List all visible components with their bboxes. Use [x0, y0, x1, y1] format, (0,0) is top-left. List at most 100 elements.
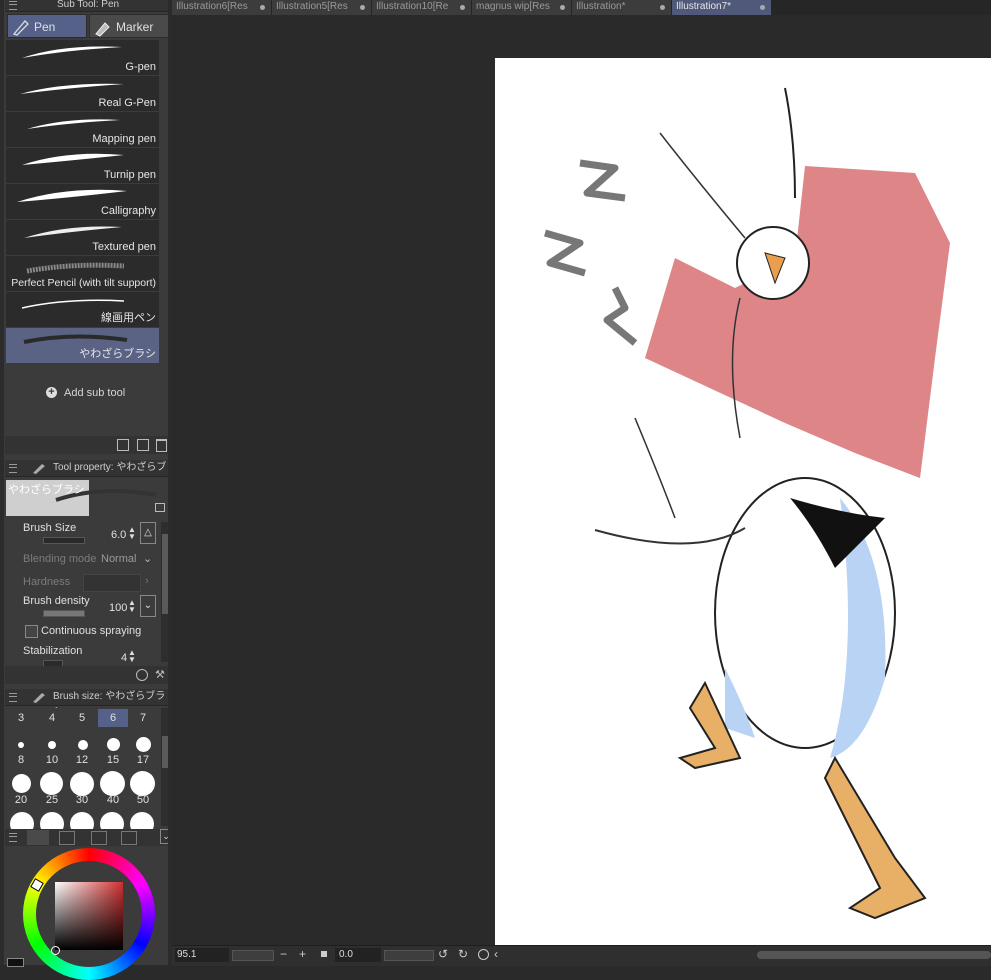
size-cell-40[interactable]: 40 [98, 794, 128, 806]
zoom-out-icon[interactable]: − [280, 947, 287, 961]
menu-icon[interactable] [9, 464, 17, 473]
group-pen-label: Pen [34, 20, 56, 34]
spinner-icon[interactable]: ▲ ▼ [128, 599, 136, 614]
zoom-in-icon[interactable]: + [299, 947, 306, 961]
rotation-field[interactable]: 0.0 [335, 948, 381, 962]
brush-size-slider[interactable] [43, 537, 85, 544]
continuous-spraying-row[interactable]: Continuous spraying [15, 624, 157, 644]
blending-mode-row[interactable]: Blending mode Normal ⌄ [15, 551, 157, 571]
menu-icon[interactable] [9, 1, 17, 10]
horizontal-scrollbar[interactable] [757, 951, 991, 959]
size-cell-12[interactable]: 12 [67, 754, 97, 766]
main-color-swatch[interactable] [7, 958, 24, 967]
stroke-preview-icon [26, 262, 125, 274]
trash-icon[interactable] [156, 439, 167, 452]
brush-size-row[interactable]: Brush Size 6.0 ▲ ▼ △ [15, 522, 157, 548]
continuous-spraying-checkbox[interactable] [25, 625, 38, 638]
close-dot-icon[interactable] [660, 5, 665, 10]
menu-icon[interactable] [9, 693, 17, 702]
brush-density-slider[interactable] [43, 610, 85, 617]
subtool-item-yawazara-brush[interactable]: やわざらブラシ [6, 328, 159, 363]
stabilization-value[interactable]: 4 [121, 652, 127, 664]
close-dot-icon[interactable] [360, 5, 365, 10]
lock-icon[interactable] [155, 503, 165, 512]
tab-illustration6[interactable]: Illustration6[Res [172, 0, 272, 15]
group-marker-button[interactable]: Marker [89, 14, 170, 38]
subtool-item-textured-pen[interactable]: Textured pen [6, 220, 159, 255]
panel-divider[interactable] [168, 0, 172, 965]
tab-magnus-wip[interactable]: magnus wip[Res [472, 0, 572, 15]
color-saturation-square[interactable] [55, 882, 123, 950]
hardness-label: Hardness [23, 576, 71, 588]
menu-icon[interactable] [9, 833, 17, 842]
subtool-item-lineart-pen[interactable]: 線画用ペン [6, 292, 159, 327]
close-dot-icon[interactable] [260, 5, 265, 10]
subtool-item-g-pen[interactable]: G-pen [6, 40, 159, 75]
duplicate-icon[interactable] [137, 439, 149, 451]
size-cell-10[interactable]: 10 [37, 754, 67, 766]
close-dot-icon[interactable] [560, 5, 565, 10]
size-cell-15[interactable]: 15 [98, 754, 128, 766]
size-cell-8[interactable]: 8 [6, 754, 36, 766]
brush-size-value[interactable]: 6.0 [111, 529, 126, 541]
tab-illustration10[interactable]: Illustration10[Re [372, 0, 472, 15]
color-picker-handle[interactable] [51, 946, 60, 955]
zoom-slider[interactable] [232, 950, 274, 961]
rotation-slider[interactable] [384, 950, 434, 961]
pressure-toggle-icon[interactable]: △ [140, 522, 156, 544]
size-cell-25[interactable]: 25 [37, 794, 67, 806]
size-cell-4[interactable]: 4 [37, 712, 67, 724]
subtool-item-perfect-pencil[interactable]: Perfect Pencil (with tilt support) [6, 256, 159, 291]
spinner-icon[interactable]: ▲ ▼ [128, 526, 136, 541]
brush-density-value[interactable]: 100 [109, 602, 127, 614]
tool-property-footer: ⚒ [5, 666, 172, 684]
size-cell-17[interactable]: 17 [128, 754, 158, 766]
rotate-right-icon[interactable]: ↻ [458, 947, 468, 961]
size-cell-6[interactable]: 6 [98, 709, 128, 727]
color-wheel-tab[interactable] [27, 830, 49, 845]
blending-mode-select[interactable]: Normal [101, 553, 136, 565]
chevron-left-icon[interactable]: ‹ [494, 947, 498, 961]
subtool-item-calligraphy[interactable]: Calligraphy [6, 184, 159, 219]
subtool-item-real-g-pen[interactable]: Real G-Pen [6, 76, 159, 111]
color-set-tab[interactable] [91, 831, 107, 845]
hardness-row[interactable]: Hardness › [15, 574, 157, 594]
hardness-slider[interactable] [83, 574, 141, 592]
tab-illustration[interactable]: Illustration* [572, 0, 672, 15]
fit-icon[interactable] [321, 951, 327, 957]
continuous-spraying-label: Continuous spraying [41, 625, 142, 637]
spinner-icon[interactable]: ▲ ▼ [128, 649, 136, 664]
tab-illustration5[interactable]: Illustration5[Res [272, 0, 372, 15]
group-pen-button[interactable]: Pen [7, 14, 87, 38]
size-dot-icon [18, 742, 24, 748]
rotate-left-icon[interactable]: ↺ [438, 947, 448, 961]
reset-rotation-icon[interactable] [478, 949, 489, 960]
size-cell-50[interactable]: 50 [128, 794, 158, 806]
stroke-preview-icon [22, 153, 124, 165]
close-dot-icon[interactable] [460, 5, 465, 10]
subtool-list: G-pen Real G-Pen Mapping pen Turnip pen … [6, 40, 159, 364]
brush-density-row[interactable]: Brush density 100 ▲ ▼ ⌄ [15, 595, 157, 621]
subtool-item-mapping-pen[interactable]: Mapping pen [6, 112, 159, 147]
wrench-icon[interactable]: ⚒ [155, 668, 165, 681]
brush-preview: やわざらブラシ [6, 478, 168, 516]
clock-icon[interactable] [136, 669, 148, 681]
close-dot-icon[interactable] [760, 5, 765, 10]
size-cell-3[interactable]: 3 [6, 712, 36, 724]
zoom-field[interactable]: 95.1 [175, 948, 229, 962]
add-subtool-button[interactable]: + Add sub tool [6, 366, 159, 422]
canvas-paper[interactable] [495, 58, 991, 945]
size-cell-30[interactable]: 30 [67, 794, 97, 806]
size-cell-7[interactable]: 7 [128, 712, 158, 724]
subtool-item-turnip-pen[interactable]: Turnip pen [6, 148, 159, 183]
save-icon[interactable] [117, 439, 129, 451]
tab-illustration7[interactable]: Illustration7* [672, 0, 772, 15]
size-cell-20[interactable]: 20 [6, 794, 36, 806]
color-slider-tab[interactable] [59, 831, 75, 845]
size-dot-icon [130, 771, 155, 796]
stroke-preview-icon [22, 46, 122, 58]
size-cell-5[interactable]: 5 [67, 712, 97, 724]
pressure-toggle-icon[interactable]: ⌄ [140, 595, 156, 617]
intermediate-color-tab[interactable] [121, 831, 137, 845]
stabilization-row[interactable]: Stabilization 4 ▲ ▼ [15, 645, 157, 667]
